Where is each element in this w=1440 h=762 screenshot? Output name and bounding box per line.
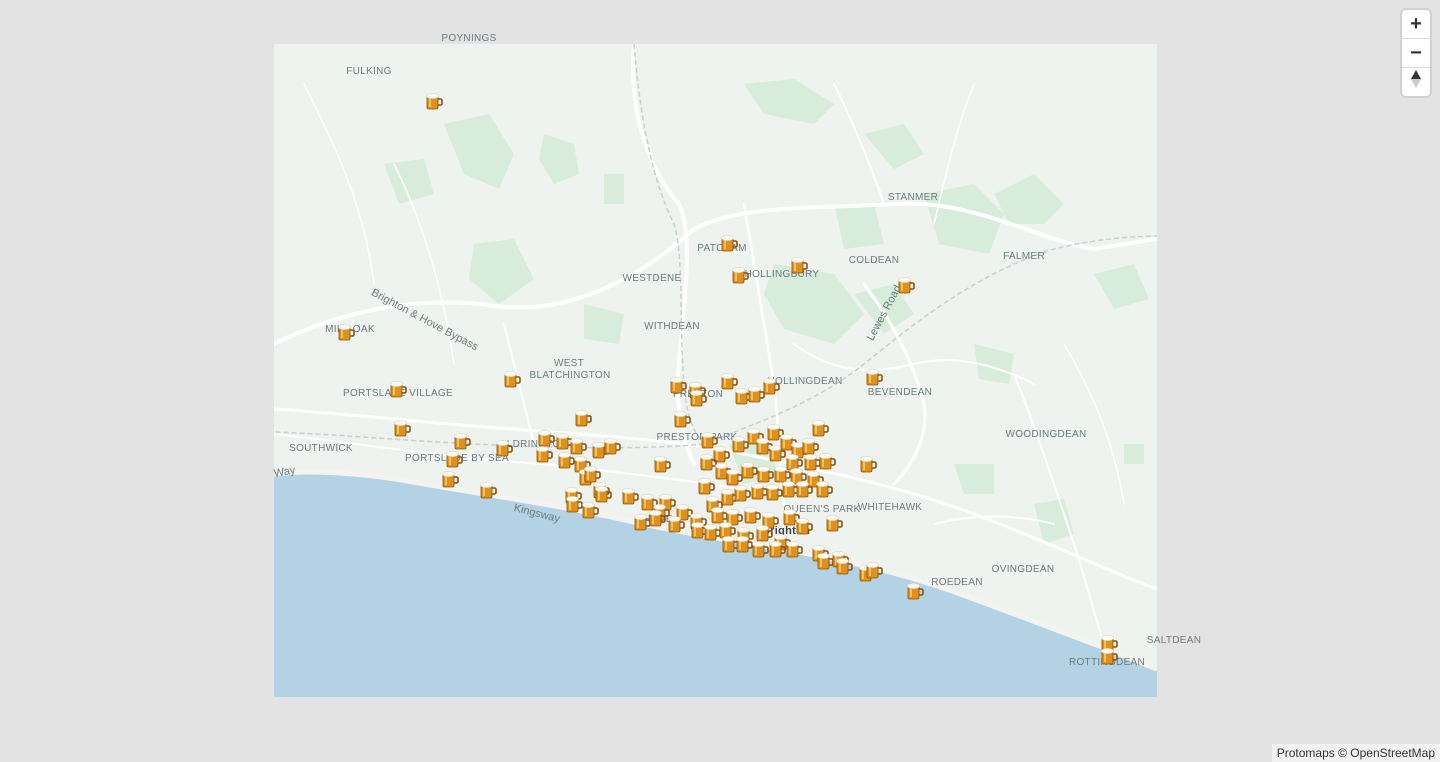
pub-marker[interactable]: [834, 556, 854, 576]
beer-mug-icon: [388, 381, 408, 403]
pub-marker[interactable]: [824, 513, 844, 533]
beer-mug-icon: [864, 369, 884, 391]
beer-mug-icon: [424, 93, 444, 115]
pub-marker[interactable]: [502, 369, 522, 389]
pub-marker[interactable]: [814, 479, 834, 499]
pub-marker[interactable]: [647, 508, 667, 528]
beer-mug-icon: [602, 438, 622, 460]
pub-marker[interactable]: [742, 505, 762, 525]
beer-mug-icon: [1099, 648, 1119, 670]
pub-marker[interactable]: [494, 438, 514, 458]
pub-marker[interactable]: [905, 581, 925, 601]
pub-marker[interactable]: [478, 480, 498, 500]
map-attribution[interactable]: Protomaps © OpenStreetMap: [1271, 744, 1440, 762]
beer-mug-icon: [864, 562, 884, 584]
pub-marker[interactable]: [336, 322, 356, 342]
beer-mug-icon: [824, 515, 844, 537]
navigation-control: + −: [1402, 10, 1430, 96]
pub-marker[interactable]: [602, 436, 622, 456]
beer-mug-icon: [794, 481, 814, 503]
beer-mug-icon: [719, 235, 739, 257]
beer-mug-icon: [905, 583, 925, 605]
pub-marker[interactable]: [444, 449, 464, 469]
beer-mug-icon: [573, 410, 593, 432]
beer-mug-icon: [794, 518, 814, 540]
pub-marker[interactable]: [582, 464, 602, 484]
beer-mug-icon: [896, 277, 916, 299]
pub-marker[interactable]: [817, 451, 837, 471]
beer-mug-icon: [789, 257, 809, 279]
pub-marker[interactable]: [668, 375, 688, 395]
beer-mug-icon: [672, 411, 692, 433]
beer-mug-icon: [534, 446, 554, 468]
beer-mug-icon: [814, 481, 834, 503]
pub-marker[interactable]: [620, 486, 640, 506]
beer-mug-icon: [580, 502, 600, 524]
zoom-in-button[interactable]: +: [1402, 10, 1430, 39]
pub-marker[interactable]: [1099, 646, 1119, 666]
pub-marker[interactable]: [810, 418, 830, 438]
pub-marker[interactable]: [784, 539, 804, 559]
zoom-out-button[interactable]: −: [1402, 39, 1430, 68]
pub-marker[interactable]: [719, 233, 739, 253]
basemap: [274, 44, 1157, 697]
beer-mug-icon: [440, 471, 460, 493]
pub-marker[interactable]: [730, 265, 750, 285]
beer-mug-icon: [666, 516, 686, 538]
pub-marker[interactable]: [696, 476, 716, 496]
beer-mug-icon: [647, 510, 667, 532]
pub-marker[interactable]: [864, 367, 884, 387]
beer-mug-icon: [810, 420, 830, 442]
beer-mug-icon: [668, 377, 688, 399]
map-canvas[interactable]: POYNINGS FULKING STANMER PATCHAM HOLLING…: [273, 33, 1201, 697]
beer-mug-icon: [620, 488, 640, 510]
pub-marker[interactable]: [688, 388, 708, 408]
pub-marker[interactable]: [794, 479, 814, 499]
pub-marker[interactable]: [440, 469, 460, 489]
beer-mug-icon: [834, 558, 854, 580]
pub-marker[interactable]: [666, 514, 686, 534]
beer-mug-icon: [478, 482, 498, 504]
beer-mug-icon: [652, 456, 672, 478]
pub-marker[interactable]: [534, 444, 554, 464]
pub-marker[interactable]: [392, 418, 412, 438]
pub-marker[interactable]: [896, 275, 916, 295]
pub-marker[interactable]: [672, 409, 692, 429]
beer-mug-icon: [494, 440, 514, 462]
beer-mug-icon: [858, 456, 878, 478]
pub-marker[interactable]: [789, 255, 809, 275]
pub-marker[interactable]: [761, 376, 781, 396]
beer-mug-icon: [730, 267, 750, 289]
pub-marker[interactable]: [864, 560, 884, 580]
pub-marker[interactable]: [452, 431, 472, 451]
pub-marker[interactable]: [424, 91, 444, 111]
beer-mug-icon: [392, 420, 412, 442]
beer-mug-icon: [784, 541, 804, 563]
pub-marker[interactable]: [580, 500, 600, 520]
beer-mug-icon: [502, 371, 522, 393]
compass-button[interactable]: [1402, 68, 1430, 96]
pub-marker[interactable]: [652, 454, 672, 474]
pub-marker[interactable]: [794, 516, 814, 536]
pub-marker[interactable]: [388, 379, 408, 399]
beer-mug-icon: [761, 378, 781, 400]
beer-mug-icon: [336, 324, 356, 346]
compass-icon: [1410, 69, 1422, 95]
pub-marker[interactable]: [858, 454, 878, 474]
pub-marker[interactable]: [573, 408, 593, 428]
